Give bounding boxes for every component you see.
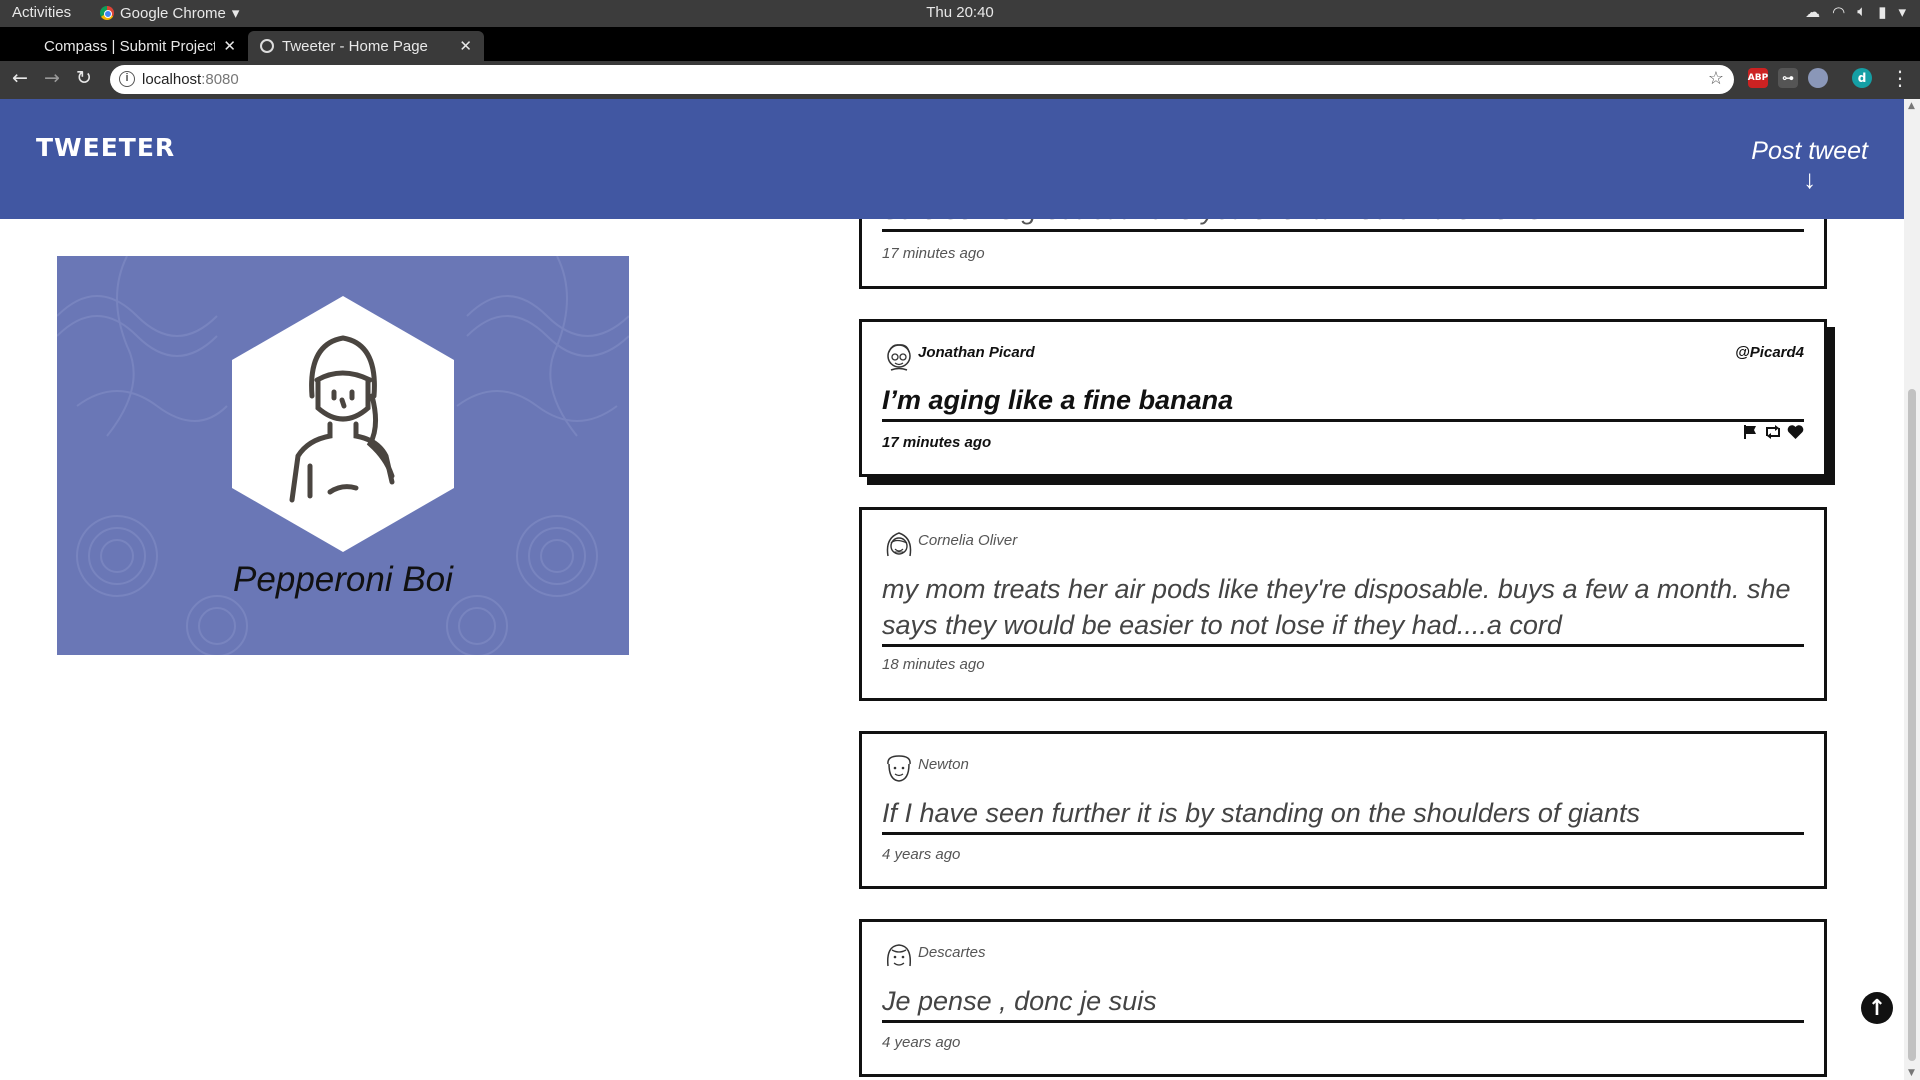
avatar-long-hair-man-icon xyxy=(886,944,912,967)
tweet-text: Je pense , donc je suis xyxy=(882,983,1804,1023)
back-icon[interactable]: ← xyxy=(12,67,28,89)
brand-logo[interactable]: TWEETER xyxy=(36,133,175,162)
heart-icon[interactable] xyxy=(1787,424,1804,440)
extension-circle-icon[interactable] xyxy=(1808,68,1828,88)
site-header: TWEETER Post tweet ↓ xyxy=(0,99,1904,219)
arrow-down-icon: ↓ xyxy=(1803,164,1817,194)
url-text[interactable]: localhost:8080 xyxy=(142,71,239,88)
close-icon[interactable]: ✕ xyxy=(223,37,236,55)
tweet-handle[interactable]: @Picard4 xyxy=(1735,344,1804,361)
profile-avatar[interactable] xyxy=(232,296,454,552)
tweet-time: 18 minutes ago xyxy=(882,656,985,673)
page-scrollbar[interactable]: ▲ ▼ xyxy=(1904,99,1920,1080)
system-tray[interactable]: ☁ ◠ 🔈︎ ▮ ▾ xyxy=(1805,3,1906,21)
forward-icon[interactable]: → xyxy=(44,67,60,89)
tweet-author[interactable]: Jonathan Picard xyxy=(918,344,1035,361)
tab-tweeter[interactable]: Tweeter - Home Page ✕ xyxy=(248,31,484,61)
info-icon[interactable]: i xyxy=(119,71,135,87)
avatar-woman-icon xyxy=(886,532,912,557)
tweet-text: I’m aging like a fine banana xyxy=(882,382,1804,422)
scroll-to-top-button[interactable]: ↑ xyxy=(1861,992,1893,1024)
weather-icon: ☁ xyxy=(1805,4,1821,21)
url-port: :8080 xyxy=(201,71,239,88)
extensions: ABP ⊶ d xyxy=(1748,68,1872,88)
tweet-author[interactable]: Descartes xyxy=(918,944,986,961)
battery-icon: ▮ xyxy=(1878,4,1887,21)
glasses-icon[interactable]: ⊶ xyxy=(1778,68,1798,88)
wifi-icon: ◠ xyxy=(1832,4,1846,21)
scroll-down-arrow-icon[interactable]: ▼ xyxy=(1908,1068,1915,1078)
profile-name: Pepperoni Boi xyxy=(233,560,453,599)
profile-card: Pepperoni Boi xyxy=(57,256,629,655)
post-tweet-button[interactable]: Post tweet ↓ xyxy=(1751,137,1868,195)
tab-strip: Compass | Submit Project ✕ Tweeter - Hom… xyxy=(0,27,1920,82)
tweet-card[interactable]: Jonathan Picard @Picard4 I’m aging like … xyxy=(859,319,1827,477)
tweet-card[interactable]: Cornelia Oliver my mom treats her air po… xyxy=(859,507,1827,701)
profile-avatar[interactable]: d xyxy=(1852,68,1872,88)
system-top-bar: Activities Google Chrome ▾ Thu 20:40 ☁ ◠… xyxy=(0,0,1920,27)
scrollbar-thumb[interactable] xyxy=(1908,389,1916,1061)
tweet-time: 4 years ago xyxy=(882,846,961,863)
tab-title: Tweeter - Home Page xyxy=(282,37,428,55)
menu-kebab-icon[interactable]: ⋮ xyxy=(1890,66,1910,90)
tweet-card[interactable]: Newton If I have seen further it is by s… xyxy=(859,731,1827,889)
globe-icon xyxy=(260,39,274,53)
avatar-curly-man-icon xyxy=(887,755,911,782)
system-clock[interactable]: Thu 20:40 xyxy=(0,4,1920,21)
post-tweet-label: Post tweet xyxy=(1751,137,1868,165)
flag-icon[interactable] xyxy=(1743,424,1759,440)
url-host: localhost xyxy=(142,71,202,88)
tweet-author[interactable]: Cornelia Oliver xyxy=(918,532,1017,549)
tweet-text: If I have seen further it is by standing… xyxy=(882,795,1804,835)
browser-toolbar: ← → ↻ i localhost:8080 ☆ ABP ⊶ d ⋮ xyxy=(0,61,1920,99)
tab-compass[interactable]: Compass | Submit Project ✕ xyxy=(32,31,248,61)
close-icon[interactable]: ✕ xyxy=(459,37,472,55)
tweet-actions xyxy=(1743,424,1804,440)
tweet-card[interactable]: Descartes Je pense , donc je suis 4 year… xyxy=(859,919,1827,1077)
tab-title: Compass | Submit Project xyxy=(44,37,216,55)
address-bar[interactable]: i localhost:8080 ☆ xyxy=(110,65,1734,94)
tweet-time: 17 minutes ago xyxy=(882,245,985,262)
retweet-icon[interactable] xyxy=(1763,424,1783,440)
tweet-author[interactable]: Newton xyxy=(918,756,969,773)
bookmark-star-icon[interactable]: ☆ xyxy=(1708,68,1724,89)
tweet-time: 17 minutes ago xyxy=(882,434,992,451)
scroll-up-arrow-icon[interactable]: ▲ xyxy=(1908,101,1915,111)
reload-icon[interactable]: ↻ xyxy=(76,67,92,89)
chevron-down-icon: ▾ xyxy=(1898,4,1906,21)
avatar-glasses-man-icon xyxy=(887,344,911,371)
adblock-icon[interactable]: ABP xyxy=(1748,68,1768,88)
tweet-time: 4 years ago xyxy=(882,1034,961,1051)
volume-icon: 🔈︎ xyxy=(1857,3,1867,20)
page-viewport: Safe sex is great but have you ever turn… xyxy=(0,99,1904,1080)
tweet-text: my mom treats her air pods like they're … xyxy=(882,571,1804,647)
